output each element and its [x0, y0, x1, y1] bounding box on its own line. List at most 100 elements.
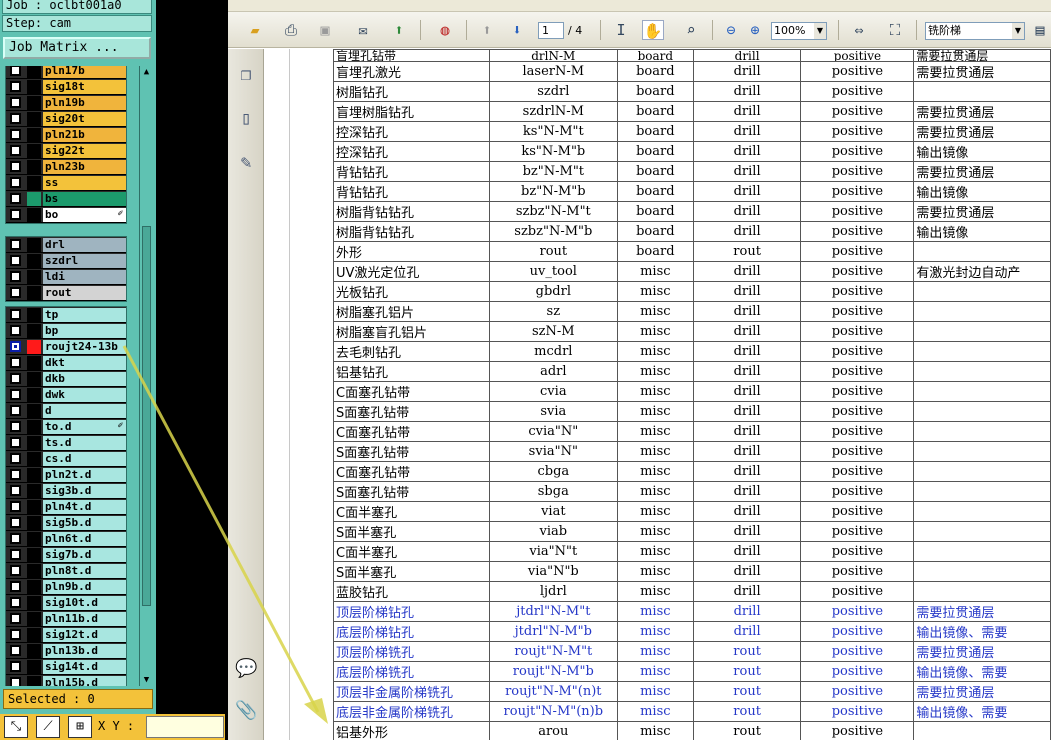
layer-color-swatch[interactable]	[27, 339, 41, 354]
layer-name[interactable]: bs	[43, 191, 126, 206]
layer-name[interactable]: to.d	[43, 419, 126, 434]
page-number-input[interactable]: 1	[538, 22, 564, 39]
print-icon[interactable]: ⎙	[280, 20, 302, 40]
layer-list-scrollbar[interactable]: ▲ ▼	[139, 66, 153, 686]
layer-name[interactable]: pln8t.d	[43, 563, 126, 578]
chevron-down-icon[interactable]: ▼	[814, 23, 826, 39]
xy-coordinate-field[interactable]	[146, 716, 224, 738]
layer-checkbox[interactable]	[10, 145, 21, 156]
layer-checkbox[interactable]	[10, 255, 21, 266]
comments-icon[interactable]: 💬	[235, 657, 257, 681]
layer-color-swatch[interactable]	[27, 467, 41, 482]
layer-color-swatch[interactable]	[27, 451, 41, 466]
layer-checkbox[interactable]	[10, 661, 21, 672]
layer-color-swatch[interactable]	[27, 253, 41, 268]
next-page-icon[interactable]: ⬇	[506, 20, 528, 40]
layer-name[interactable]: pln4t.d	[43, 499, 126, 514]
layer-color-swatch[interactable]	[27, 237, 41, 252]
layer-name[interactable]: pln19b	[43, 95, 126, 110]
layer-name[interactable]: sig12t.d	[43, 627, 126, 642]
layer-row[interactable]: sig14t.d	[6, 659, 126, 675]
layer-name[interactable]: sig10t.d	[43, 595, 126, 610]
layer-row[interactable]: pln21b	[6, 127, 126, 143]
layer-checkbox[interactable]	[10, 677, 21, 686]
layer-color-swatch[interactable]	[27, 355, 41, 370]
layer-checkbox[interactable]	[10, 597, 21, 608]
layer-checkbox[interactable]	[10, 405, 21, 416]
layer-color-swatch[interactable]	[27, 175, 41, 190]
layer-row[interactable]: sig3b.d	[6, 483, 126, 499]
layer-name[interactable]: dkt	[43, 355, 126, 370]
layer-color-swatch[interactable]	[27, 515, 41, 530]
layer-row[interactable]: sig18t	[6, 79, 126, 95]
layer-row[interactable]: d	[6, 403, 126, 419]
layer-checkbox[interactable]	[10, 81, 21, 92]
layer-checkbox[interactable]	[10, 287, 21, 298]
layer-color-swatch[interactable]	[27, 387, 41, 402]
layer-row[interactable]: sig10t.d	[6, 595, 126, 611]
previous-page-icon[interactable]: ⬆	[476, 20, 498, 40]
layer-row[interactable]: pln19b	[6, 95, 126, 111]
layer-color-swatch[interactable]	[27, 435, 41, 450]
layer-checkbox[interactable]	[10, 325, 21, 336]
layer-row[interactable]: ldi	[6, 269, 126, 285]
layer-name[interactable]: drl	[43, 237, 126, 252]
layer-color-swatch[interactable]	[27, 323, 41, 338]
layer-name[interactable]: ts.d	[43, 435, 126, 450]
layer-row[interactable]: rout	[6, 285, 126, 301]
layer-name[interactable]: pln17b	[43, 66, 126, 78]
layer-row[interactable]: pln4t.d	[6, 499, 126, 515]
layer-row[interactable]: sig7b.d	[6, 547, 126, 563]
measure-icon[interactable]: ⟋	[36, 716, 60, 738]
layer-checkbox[interactable]	[10, 565, 21, 576]
bookmarks-icon[interactable]: ▯	[235, 107, 257, 131]
layer-name[interactable]: pln13b.d	[43, 643, 126, 658]
marquee-zoom-icon[interactable]: ⌕	[680, 20, 702, 40]
layer-color-swatch[interactable]	[27, 127, 41, 142]
scroll-up-arrow-icon[interactable]: ▲	[141, 66, 152, 78]
layer-row[interactable]: pln2t.d	[6, 467, 126, 483]
layer-checkbox[interactable]	[10, 193, 21, 204]
layer-color-swatch[interactable]	[27, 595, 41, 610]
layer-name[interactable]: pln15b.d	[43, 675, 126, 686]
layer-row[interactable]: ts.d	[6, 435, 126, 451]
layer-checkbox[interactable]	[10, 161, 21, 172]
layer-name[interactable]: pln6t.d	[43, 531, 126, 546]
layer-row[interactable]: sig20t	[6, 111, 126, 127]
layer-name[interactable]: roujt24-13b	[43, 339, 126, 354]
save-icon[interactable]: ▣	[314, 20, 336, 40]
layer-name[interactable]: sig22t	[43, 143, 126, 158]
layer-name[interactable]: ss	[43, 175, 126, 190]
layer-row[interactable]: roujt24-13b	[6, 339, 126, 355]
layer-name[interactable]: sig3b.d	[43, 483, 126, 498]
layer-name[interactable]: pln9b.d	[43, 579, 126, 594]
layer-color-swatch[interactable]	[27, 66, 41, 78]
hand-tool-icon[interactable]: ✋	[642, 20, 664, 40]
layer-row[interactable]: tp	[6, 307, 126, 323]
layer-checkbox[interactable]	[10, 373, 21, 384]
layer-color-swatch[interactable]	[27, 403, 41, 418]
layer-color-swatch[interactable]	[27, 547, 41, 562]
layer-checkbox[interactable]	[10, 485, 21, 496]
layer-color-swatch[interactable]	[27, 563, 41, 578]
layer-name[interactable]: szdrl	[43, 253, 126, 268]
layer-color-swatch[interactable]	[27, 483, 41, 498]
layer-name[interactable]: rout	[43, 285, 126, 300]
search-input[interactable]: 铣阶梯 ▼	[925, 22, 1025, 40]
layer-color-swatch[interactable]	[27, 627, 41, 642]
upload-icon[interactable]: ⬆	[388, 20, 410, 40]
layer-name[interactable]: pln21b	[43, 127, 126, 142]
layer-checkbox[interactable]	[10, 129, 21, 140]
layer-row[interactable]: bo ✐	[6, 207, 126, 223]
zoom-window-icon[interactable]: ⤡	[4, 716, 28, 738]
grid-icon[interactable]: ⊞	[68, 716, 92, 738]
layer-row[interactable]: cs.d	[6, 451, 126, 467]
zoom-select[interactable]: 100% ▼	[771, 22, 827, 40]
layer-name[interactable]: bo	[43, 207, 126, 222]
more-tools-icon[interactable]: ▤	[1032, 20, 1048, 40]
layer-name[interactable]: pln23b	[43, 159, 126, 174]
scrollbar-thumb[interactable]	[142, 226, 151, 606]
layer-row[interactable]: pln9b.d	[6, 579, 126, 595]
scroll-down-arrow-icon[interactable]: ▼	[141, 674, 152, 686]
zoom-in-icon[interactable]: ⊕	[744, 20, 766, 40]
